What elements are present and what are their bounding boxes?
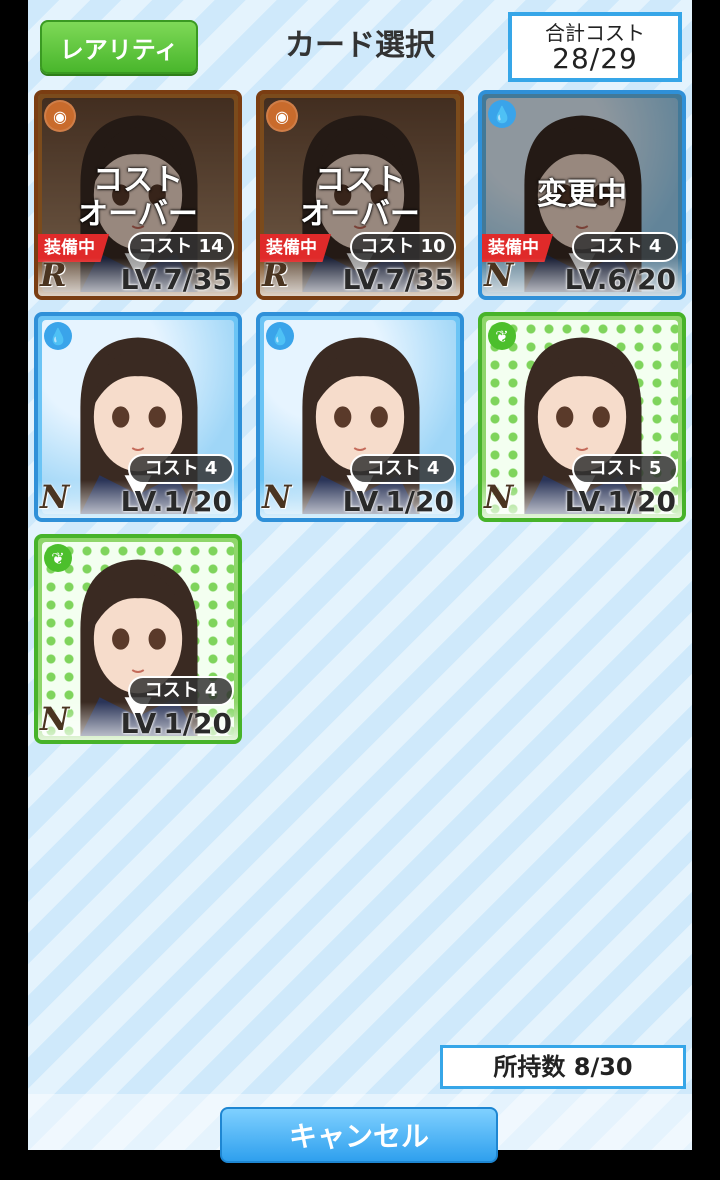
leaf-icon: ❦ bbox=[44, 544, 72, 572]
card-slot[interactable]: ❦ コスト 4 N LV.1/20 bbox=[34, 534, 242, 744]
total-cost-value: 28/29 bbox=[552, 42, 638, 75]
card-slot[interactable]: 💧 コスト 4 N LV.1/20 bbox=[34, 312, 242, 522]
page-title: カード選択 bbox=[285, 28, 435, 63]
overlay-line: オーバー bbox=[78, 197, 198, 232]
rarity-letter: N bbox=[40, 700, 70, 738]
card-level: LV.1/20 bbox=[564, 485, 676, 518]
card-status-overlay: 変更中 bbox=[482, 178, 682, 212]
rarity-sort-button[interactable]: レアリティ bbox=[40, 20, 198, 74]
card-slot[interactable]: コスト オーバー ◉ 装備中 コスト 14 R LV.7/35 bbox=[34, 90, 242, 300]
flame-icon: ◉ bbox=[266, 100, 298, 132]
card-slot[interactable]: 変更中 💧 装備中 コスト 4 N LV.6/20 bbox=[478, 90, 686, 300]
card-status-overlay: コスト オーバー bbox=[38, 164, 238, 232]
leaf-icon: ❦ bbox=[488, 322, 516, 350]
total-cost-box: 合計コスト 28/29 bbox=[508, 12, 682, 82]
card-level: LV.1/20 bbox=[120, 707, 232, 740]
left-letterbox bbox=[0, 0, 28, 1180]
water-drop-icon: 💧 bbox=[488, 100, 516, 128]
flame-icon: ◉ bbox=[44, 100, 76, 132]
owned-count-box: 所持数 8/30 bbox=[440, 1045, 686, 1089]
card-level: LV.1/20 bbox=[342, 485, 454, 518]
cancel-button[interactable]: キャンセル bbox=[220, 1107, 498, 1163]
card-status-overlay: コスト オーバー bbox=[260, 164, 460, 232]
card-slot[interactable]: 💧 コスト 4 N LV.1/20 bbox=[256, 312, 464, 522]
card-slot[interactable]: コスト オーバー ◉ 装備中 コスト 10 R LV.7/35 bbox=[256, 90, 464, 300]
overlay-line: 変更中 bbox=[537, 177, 627, 212]
rarity-letter: N bbox=[262, 478, 292, 516]
total-cost-label: 合計コスト bbox=[545, 21, 645, 45]
rarity-letter: N bbox=[40, 478, 70, 516]
rarity-letter: N bbox=[484, 256, 514, 294]
card-slot[interactable]: ❦ コスト 5 N LV.1/20 bbox=[478, 312, 686, 522]
water-drop-icon: 💧 bbox=[44, 322, 72, 350]
card-level: LV.1/20 bbox=[120, 485, 232, 518]
rarity-letter: R bbox=[40, 256, 67, 294]
right-letterbox bbox=[692, 0, 720, 1180]
card-level: LV.6/20 bbox=[564, 263, 676, 296]
overlay-line: コスト bbox=[315, 163, 405, 198]
card-level: LV.7/35 bbox=[120, 263, 232, 296]
rarity-letter: R bbox=[262, 256, 289, 294]
card-level: LV.7/35 bbox=[342, 263, 454, 296]
overlay-line: オーバー bbox=[300, 197, 420, 232]
water-drop-icon: 💧 bbox=[266, 322, 294, 350]
overlay-line: コスト bbox=[93, 163, 183, 198]
rarity-letter: N bbox=[484, 478, 514, 516]
